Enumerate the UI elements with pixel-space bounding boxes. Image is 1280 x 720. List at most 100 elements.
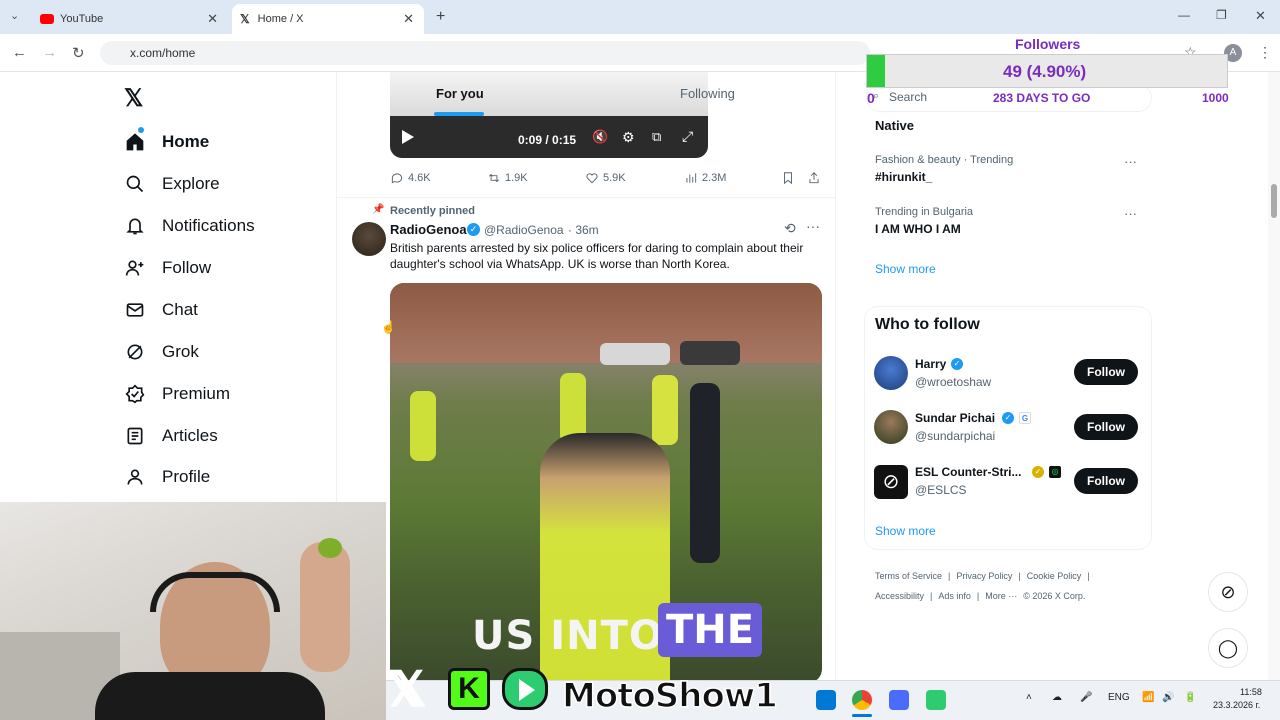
trend-name[interactable]: #hirunkit_: [875, 170, 932, 184]
sidebar-item-premium[interactable]: Premium: [124, 378, 230, 410]
bookmark-button[interactable]: [781, 171, 795, 185]
follow-show-more[interactable]: Show more: [875, 524, 936, 538]
pin-icon: 📌: [372, 204, 385, 215]
tab-following[interactable]: Following: [680, 86, 735, 101]
settings-gear-icon[interactable]: ⚙: [622, 129, 635, 146]
parked-car: [600, 343, 670, 365]
views-button[interactable]: 2.3M: [684, 171, 726, 185]
footer-row-1: Terms of Service | Privacy Policy | Cookie…: [875, 571, 1090, 581]
page-scrollbar[interactable]: [1268, 72, 1280, 680]
reload-icon[interactable]: ↻: [72, 44, 85, 62]
x-logo-icon: 𝕏: [240, 12, 250, 26]
reply-button[interactable]: 4.6K: [390, 171, 431, 185]
scrollbar-thumb[interactable]: [1271, 184, 1277, 218]
play-triangle: [519, 679, 535, 701]
grok-float-button[interactable]: ⊘: [1208, 572, 1248, 612]
app-icon[interactable]: [926, 690, 946, 710]
sidebar-item-notifications[interactable]: Notifications: [124, 210, 255, 242]
user-name[interactable]: Harry: [915, 357, 946, 371]
sidebar-item-explore[interactable]: Explore: [124, 168, 220, 200]
video-caption-b: THE: [658, 603, 763, 657]
tab-home-x[interactable]: 𝕏 Home / X ✕: [232, 4, 424, 34]
forward-icon[interactable]: →: [42, 44, 57, 61]
trend-more-icon[interactable]: ···: [1124, 206, 1137, 221]
messages-float-button[interactable]: ◯: [1208, 628, 1248, 668]
footer-link[interactable]: Terms of Service: [875, 571, 942, 581]
active-app-indicator: [852, 714, 872, 717]
pip-icon[interactable]: ⧉: [652, 129, 661, 145]
url-field[interactable]: x.com/home: [100, 41, 870, 65]
maximize-icon[interactable]: ❐: [1216, 8, 1227, 22]
mute-icon[interactable]: 🔇: [592, 129, 608, 145]
minimize-icon[interactable]: —: [1178, 8, 1190, 22]
repost-button[interactable]: 1.9K: [487, 171, 528, 185]
chrome-icon[interactable]: [852, 690, 872, 710]
volume-icon[interactable]: 🔊: [1162, 692, 1174, 703]
footer-link[interactable]: Privacy Policy: [956, 571, 1012, 581]
new-tab-icon[interactable]: +: [436, 8, 445, 26]
close-tab-icon[interactable]: ✕: [403, 11, 414, 27]
esl-logo-icon[interactable]: ⊘: [874, 465, 908, 499]
user-avatar[interactable]: [874, 356, 908, 390]
sidebar-item-profile[interactable]: Profile: [124, 461, 210, 493]
author-avatar[interactable]: [352, 222, 386, 256]
app-icon[interactable]: [889, 690, 909, 710]
follow-button[interactable]: Follow: [1074, 468, 1138, 494]
sidebar-item-grok[interactable]: Grok: [124, 336, 199, 368]
tab-list-chevron-icon[interactable]: ⌄: [10, 9, 19, 22]
battery-icon[interactable]: 🔋: [1184, 692, 1196, 703]
footer-link[interactable]: Cookie Policy: [1027, 571, 1082, 581]
footer-sep: |: [1018, 571, 1021, 581]
officer-figure: [410, 391, 436, 461]
view-count: 2.3M: [702, 172, 727, 184]
language-indicator[interactable]: ENG: [1108, 692, 1130, 703]
user-name[interactable]: Sundar Pichai: [915, 411, 995, 425]
footer-link[interactable]: Accessibility: [875, 591, 924, 601]
mail-app-icon[interactable]: [816, 690, 836, 710]
author-name[interactable]: RadioGenoa: [390, 222, 467, 237]
wifi-icon[interactable]: 📶: [1142, 692, 1154, 703]
user-name[interactable]: ESL Counter-Stri...: [915, 465, 1021, 479]
share-button[interactable]: [807, 171, 821, 185]
tab-youtube[interactable]: YouTube ✕: [32, 4, 228, 34]
video-player[interactable]: 0:09 / 0:15 🔇 ⚙ ⧉ ⤢: [390, 116, 708, 158]
back-icon[interactable]: ←: [12, 44, 27, 61]
close-window-icon[interactable]: ✕: [1255, 8, 1266, 24]
footer-sep: |: [976, 591, 980, 601]
sidebar-item-articles[interactable]: Articles: [124, 420, 218, 452]
sidebar-item-follow[interactable]: Follow: [124, 252, 211, 284]
mic-icon[interactable]: 🎤: [1080, 692, 1092, 703]
followers-title: Followers: [1015, 36, 1081, 52]
footer-link[interactable]: Ads info: [938, 591, 971, 601]
tab-for-you[interactable]: For you: [436, 86, 484, 101]
menu-kebab-icon[interactable]: ⋮: [1258, 44, 1272, 61]
trend-name[interactable]: I AM WHO I AM: [875, 222, 961, 236]
clock-time[interactable]: 11:58: [1240, 687, 1262, 697]
heart-icon: [586, 173, 598, 184]
trends-show-more[interactable]: Show more: [875, 262, 936, 276]
post-time[interactable]: · 36m: [568, 223, 599, 237]
like-button[interactable]: 5.9K: [585, 171, 626, 185]
sidebar-item-label: Premium: [162, 384, 231, 403]
follow-button[interactable]: Follow: [1074, 414, 1138, 440]
follow-button[interactable]: Follow: [1074, 359, 1138, 385]
sidebar-item-home[interactable]: Home: [124, 126, 209, 158]
trend-more-icon[interactable]: ···: [1124, 154, 1137, 169]
author-handle[interactable]: @RadioGenoa: [484, 223, 564, 237]
footer-link[interactable]: More ···: [985, 591, 1017, 601]
grok-icon: [124, 341, 146, 363]
progress-fill: [867, 55, 885, 87]
post-video[interactable]: US INTO THE: [390, 283, 822, 683]
x-logo-icon[interactable]: 𝕏: [124, 84, 143, 113]
play-icon[interactable]: [402, 130, 414, 144]
grok-analyze-icon[interactable]: ⟲: [784, 220, 796, 237]
user-avatar[interactable]: [874, 410, 908, 444]
trend-name[interactable]: Native: [875, 118, 914, 133]
clock-date[interactable]: 23.3.2026 г.: [1213, 700, 1260, 710]
tray-overflow-icon[interactable]: ˄: [1026, 692, 1032, 703]
more-options-icon[interactable]: ···: [806, 218, 820, 234]
fullscreen-icon[interactable]: ⤢: [682, 128, 693, 145]
cloud-icon[interactable]: ☁: [1052, 692, 1062, 703]
close-tab-icon[interactable]: ✕: [207, 11, 218, 27]
sidebar-item-chat[interactable]: Chat: [124, 294, 198, 326]
